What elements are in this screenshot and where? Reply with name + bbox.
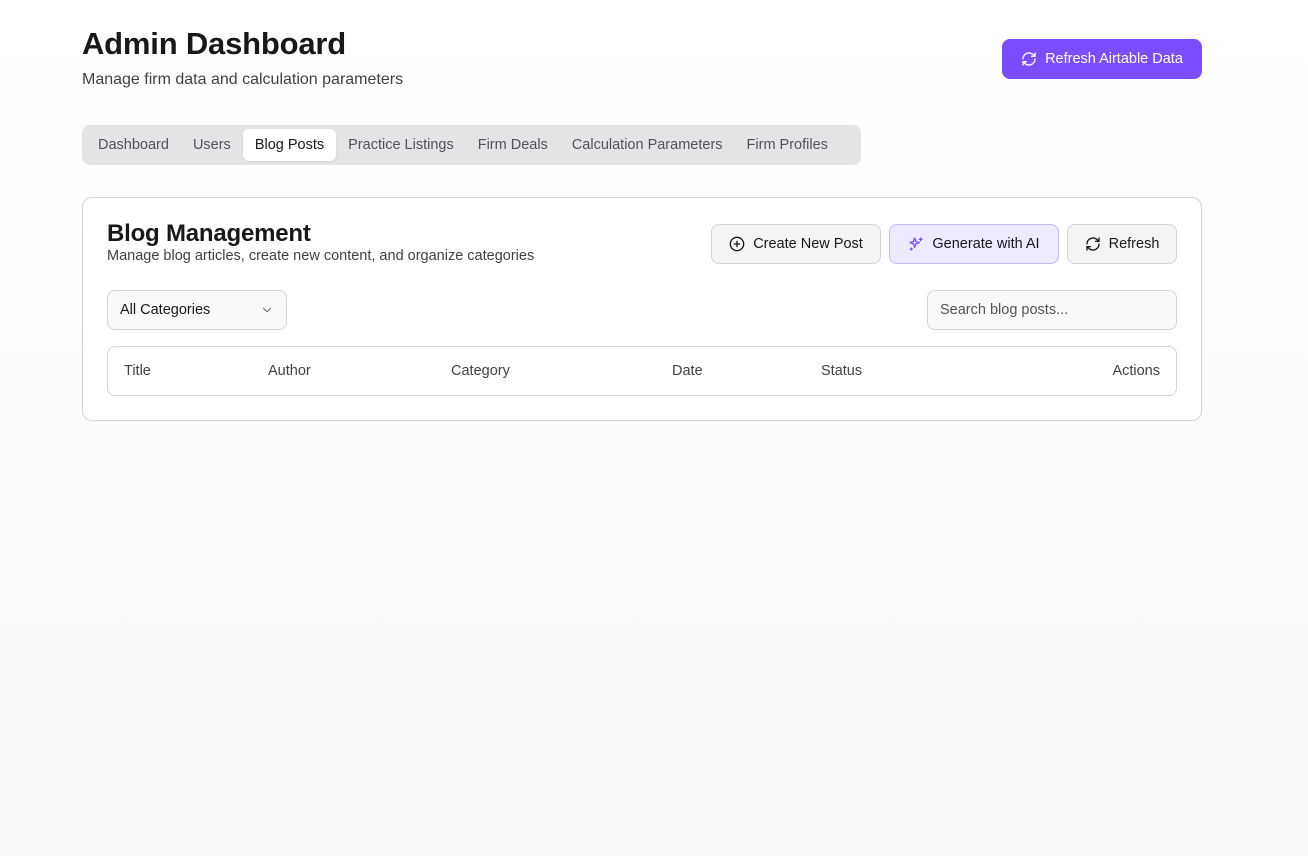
refresh-icon xyxy=(1022,52,1036,66)
blog-management-card: Blog Management Manage blog articles, cr… xyxy=(82,197,1202,421)
page-subtitle: Manage firm data and calculation paramet… xyxy=(82,71,404,88)
tab-firm-profiles[interactable]: Firm Profiles xyxy=(735,129,840,161)
tab-firm-deals[interactable]: Firm Deals xyxy=(466,129,560,161)
category-filter-value: All Categories xyxy=(120,302,211,318)
column-header-status[interactable]: Status xyxy=(821,363,862,379)
tab-users[interactable]: Users xyxy=(181,129,243,161)
blog-management-title: Blog Management xyxy=(107,220,311,247)
create-new-post-label: Create New Post xyxy=(753,236,863,252)
page-title: Admin Dashboard xyxy=(82,26,346,61)
column-header-title[interactable]: Title xyxy=(124,363,151,379)
refresh-icon xyxy=(1085,237,1100,251)
sparkles-icon xyxy=(909,237,924,251)
column-header-category[interactable]: Category xyxy=(451,363,510,379)
generate-with-ai-button[interactable]: Generate with AI xyxy=(889,224,1059,264)
search-blog-posts-input[interactable] xyxy=(927,290,1177,330)
chevron-down-icon xyxy=(262,307,272,313)
admin-page: Admin Dashboard Manage firm data and cal… xyxy=(0,0,1308,856)
tab-blog-posts[interactable]: Blog Posts xyxy=(242,129,337,161)
blog-management-description: Manage blog articles, create new content… xyxy=(107,248,535,264)
category-filter-select[interactable]: All Categories xyxy=(107,290,287,330)
column-header-date[interactable]: Date xyxy=(672,363,703,379)
refresh-button[interactable]: Refresh xyxy=(1067,224,1177,264)
tab-practice-listings[interactable]: Practice Listings xyxy=(336,129,466,161)
refresh-airtable-label: Refresh Airtable Data xyxy=(1045,51,1183,67)
blog-posts-table: Title Author Category Date Status Action… xyxy=(107,346,1177,396)
tab-calculation-parameters[interactable]: Calculation Parameters xyxy=(560,129,735,161)
page-header: Admin Dashboard Manage firm data and cal… xyxy=(82,26,403,90)
tab-dashboard[interactable]: Dashboard xyxy=(86,129,181,161)
column-header-author[interactable]: Author xyxy=(268,363,311,379)
refresh-label: Refresh xyxy=(1108,236,1160,252)
column-header-actions: Actions xyxy=(1112,363,1160,379)
plus-circle-icon xyxy=(729,236,745,252)
generate-with-ai-label: Generate with AI xyxy=(932,236,1040,252)
admin-tabs: Dashboard Users Blog Posts Practice List… xyxy=(82,125,861,165)
refresh-airtable-button[interactable]: Refresh Airtable Data xyxy=(1002,39,1202,79)
create-new-post-button[interactable]: Create New Post xyxy=(711,224,881,264)
